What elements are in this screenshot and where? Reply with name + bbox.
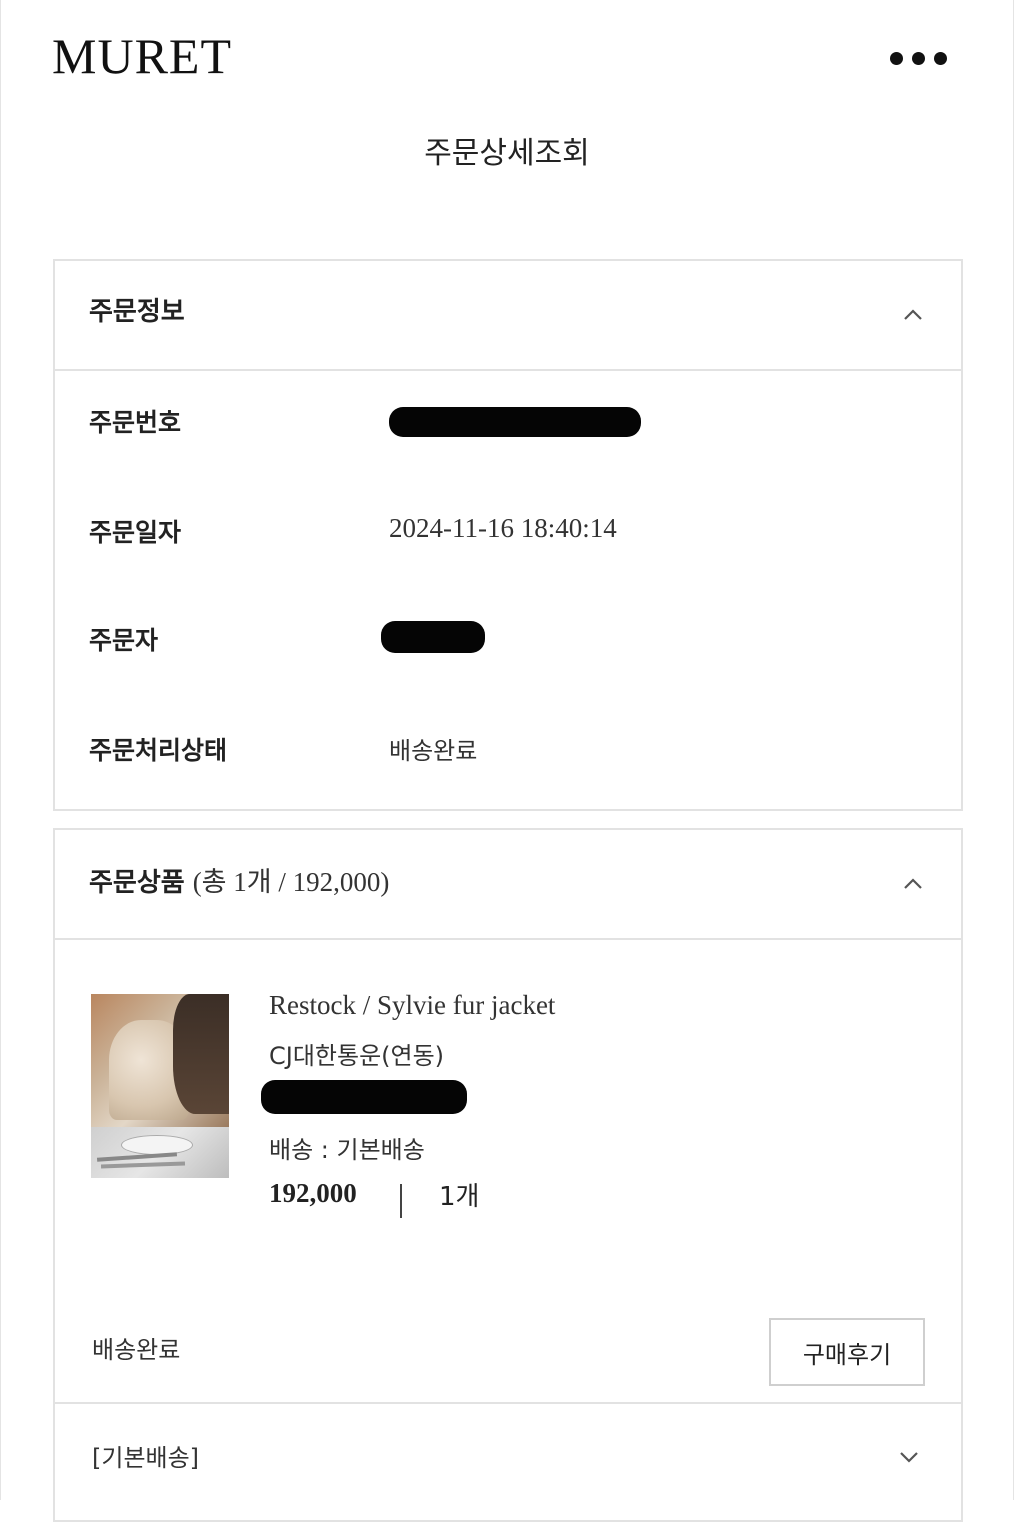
chevron-up-icon[interactable] (901, 872, 925, 896)
redaction-mark (389, 407, 641, 437)
thumbnail-hair (173, 994, 229, 1114)
order-info-panel: 주문정보 주문번호 주문일자 2024-11-16 18:40:14 주문자 주… (53, 259, 963, 811)
divider (55, 1402, 961, 1404)
product-price: 192,000 (269, 1178, 357, 1208)
chevron-up-icon[interactable] (901, 303, 925, 327)
chevron-down-icon[interactable] (897, 1445, 921, 1469)
order-info-title: 주문정보 (89, 297, 185, 327)
shipping-group-label[interactable]: [기본배송] (92, 1438, 199, 1473)
order-number-label: 주문번호 (89, 408, 182, 437)
thumbnail-photo-bottom (91, 1127, 229, 1178)
page-title: 주문상세조회 (424, 136, 590, 171)
order-number-row: 주문번호 (89, 403, 929, 443)
thumbnail-cutlery (96, 1152, 178, 1162)
order-date-value: 2024-11-16 18:40:14 (389, 513, 617, 543)
more-dots-icon (912, 51, 925, 65)
order-date-label: 주문일자 (89, 518, 182, 547)
thumbnail-plate (121, 1135, 193, 1155)
write-review-button[interactable]: 구매후기 (769, 1318, 925, 1386)
thumbnail-cutlery (100, 1161, 186, 1169)
order-products-panel: 주문상품 (총 1개 / 192,000) Restock / Sylvie fu… (53, 828, 963, 1522)
order-products-summary: (총 1개 / 192,000) (192, 867, 390, 897)
product-quantity: 1개 (439, 1182, 480, 1212)
more-menu-button[interactable] (890, 46, 966, 70)
order-date-row: 주문일자 2024-11-16 18:40:14 (89, 513, 929, 553)
shipping-method: 배송 : 기본배송 (269, 1136, 425, 1164)
courier-name: CJ대한통운(연동) (269, 1042, 445, 1070)
product-thumbnail[interactable] (91, 994, 229, 1178)
order-products-title-wrap: 주문상품 (총 1개 / 192,000) (89, 860, 389, 899)
orderer-row: 주문자 (89, 621, 929, 661)
orderer-label: 주문자 (89, 626, 159, 655)
order-status-value: 배송완료 (389, 737, 478, 765)
order-products-header[interactable]: 주문상품 (총 1개 / 192,000) (55, 830, 961, 940)
order-status-row: 주문처리상태 배송완료 (89, 731, 929, 771)
delivery-status: 배송완료 (92, 1336, 181, 1364)
more-dots-icon (890, 51, 903, 65)
thumbnail-photo-top (91, 994, 229, 1127)
order-products-title: 주문상품 (89, 868, 185, 898)
brand-logo[interactable]: MURET (52, 26, 232, 86)
product-name[interactable]: Restock / Sylvie fur jacket (269, 990, 555, 1021)
divider (400, 1184, 402, 1218)
redaction-mark (261, 1080, 467, 1114)
order-info-header[interactable]: 주문정보 (55, 261, 961, 371)
order-status-label: 주문처리상태 (89, 736, 228, 765)
redaction-mark (381, 621, 485, 653)
more-dots-icon (934, 51, 947, 65)
